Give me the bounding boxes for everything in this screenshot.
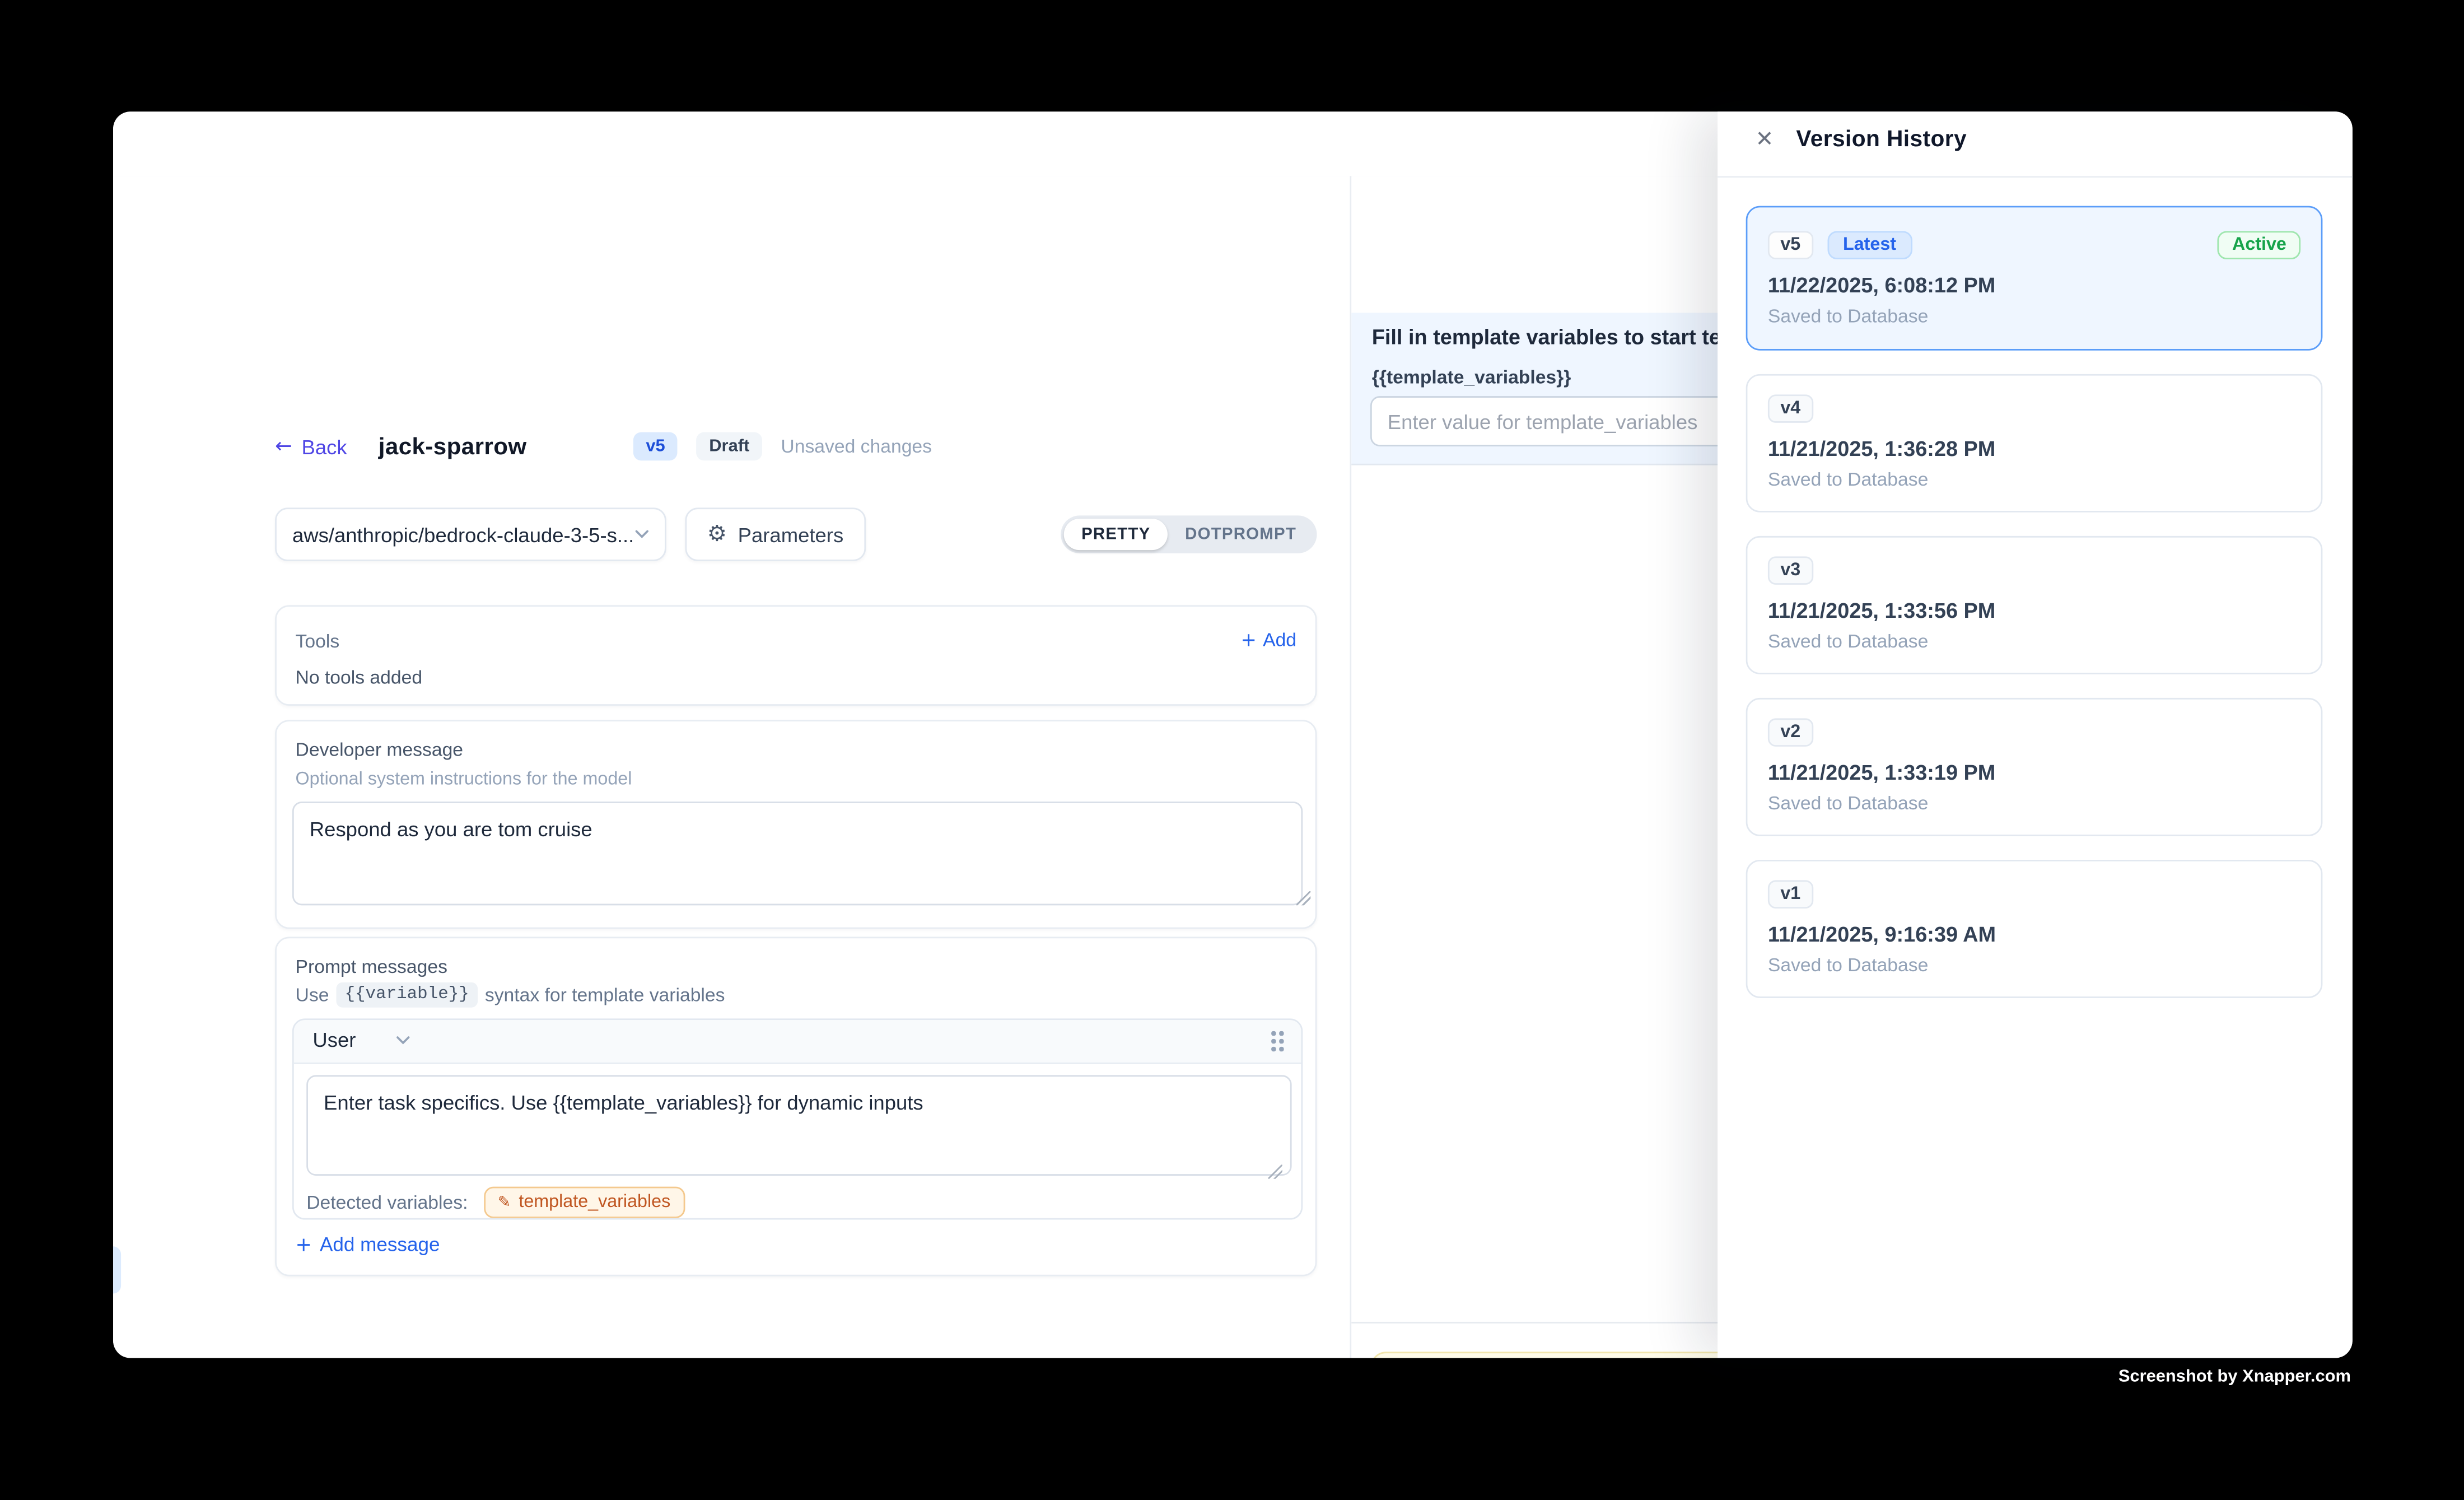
- banner-title: Fill in template variables to start test…: [1372, 325, 1772, 349]
- prompt-editor-column: ← Back jack-sparrow v5 Draft Unsaved cha…: [113, 176, 1351, 1358]
- version-saved-status: Saved to Database: [1768, 630, 2300, 652]
- template-variable-chip[interactable]: ✎ template_variables: [484, 1187, 685, 1218]
- detected-variables-label: Detected variables:: [306, 1191, 468, 1213]
- template-variable-name: {{template_variables}}: [1372, 366, 1571, 388]
- detected-variables-row: Detected variables: ✎ template_variables: [306, 1187, 684, 1218]
- version-badges-row: v5 Latest Active: [1768, 231, 2300, 260]
- template-variable-chip-label: template_variables: [519, 1193, 670, 1212]
- draft-badge: Draft: [697, 432, 762, 461]
- model-select[interactable]: aws/anthropic/bedrock-claude-3-5-s...: [275, 507, 666, 561]
- active-badge: Active: [2218, 231, 2300, 260]
- plus-icon: +: [296, 1232, 312, 1256]
- version-id-badge: v1: [1768, 880, 1813, 909]
- screenshot-stage: ← Back jack-sparrow v5 Draft Unsaved cha…: [0, 0, 2464, 1499]
- hint-prefix: Use: [296, 984, 329, 1006]
- version-card-v5[interactable]: v5 Latest Active 11/22/2025, 6:08:12 PM Save…: [1746, 206, 2323, 351]
- variable-syntax-chip: {{variable}}: [337, 982, 477, 1008]
- pencil-icon: ✎: [498, 1194, 511, 1211]
- version-saved-status: Saved to Database: [1768, 792, 2300, 814]
- version-date: 11/21/2025, 1:33:56 PM: [1768, 599, 2300, 622]
- message-role-select[interactable]: User: [312, 1028, 410, 1051]
- tools-empty-text: No tools added: [296, 667, 423, 688]
- add-message-button[interactable]: + Add message: [296, 1232, 440, 1256]
- prompt-messages-title: Prompt messages: [296, 956, 447, 977]
- chevron-down-icon: [396, 1035, 410, 1045]
- version-history-panel: ✕ Version History v5 Latest Active 11/22/20…: [1718, 111, 2353, 1358]
- version-id-badge: v4: [1768, 394, 1813, 423]
- version-list: v5 Latest Active 11/22/2025, 6:08:12 PM Save…: [1746, 176, 2323, 1358]
- add-tool-label: Add: [1263, 628, 1296, 650]
- version-saved-status: Saved to Database: [1768, 305, 2300, 327]
- version-date: 11/21/2025, 1:33:19 PM: [1768, 761, 2300, 784]
- version-saved-status: Saved to Database: [1768, 954, 2300, 976]
- parameters-button[interactable]: ⚙ Parameters: [685, 507, 865, 561]
- version-card-v2[interactable]: v2 11/21/2025, 1:33:19 PM Saved to Databas…: [1746, 698, 2323, 836]
- parameters-label: Parameters: [738, 523, 844, 546]
- version-date: 11/21/2025, 9:16:39 AM: [1768, 923, 2300, 946]
- page-title: jack-sparrow: [379, 433, 527, 460]
- latest-badge: Latest: [1827, 231, 1912, 260]
- version-id-badge: v2: [1768, 718, 1813, 747]
- version-date: 11/21/2025, 1:36:28 PM: [1768, 437, 2300, 460]
- version-card-v1[interactable]: v1 11/21/2025, 9:16:39 AM Saved to Databas…: [1746, 860, 2323, 998]
- plus-icon: +: [1241, 628, 1257, 650]
- message-header: User: [294, 1020, 1301, 1064]
- toggle-pretty[interactable]: PRETTY: [1064, 519, 1168, 550]
- version-id-badge: v5: [1768, 231, 1813, 260]
- developer-message-title: Developer message: [296, 739, 464, 761]
- model-select-value: aws/anthropic/bedrock-claude-3-5-s...: [292, 523, 635, 546]
- back-button[interactable]: ← Back: [275, 435, 347, 458]
- gear-icon: ⚙: [707, 523, 727, 545]
- version-history-header: ✕ Version History: [1718, 111, 2353, 178]
- prompt-messages-card: Prompt messages Use {{variable}} syntax …: [275, 937, 1317, 1276]
- version-badge: v5: [633, 432, 678, 461]
- template-syntax-hint: Use {{variable}} syntax for template var…: [296, 982, 725, 1008]
- tools-title: Tools: [296, 630, 340, 652]
- header-badges: v5 Draft Unsaved changes: [633, 432, 932, 461]
- unsaved-changes-label: Unsaved changes: [781, 435, 932, 457]
- add-tool-button[interactable]: + Add: [1241, 628, 1296, 650]
- version-date: 11/22/2025, 6:08:12 PM: [1768, 273, 2300, 297]
- add-message-label: Add message: [320, 1233, 440, 1255]
- version-id-badge: v3: [1768, 556, 1813, 585]
- breadcrumb-row: ← Back jack-sparrow: [275, 427, 526, 465]
- version-card-v4[interactable]: v4 11/21/2025, 1:36:28 PM Saved to Databas…: [1746, 374, 2323, 513]
- message-block: User Enter task specifics. Use {{templat…: [292, 1018, 1303, 1219]
- chevron-down-icon: [635, 530, 649, 539]
- back-label: Back: [302, 435, 347, 458]
- hint-suffix: syntax for template variables: [485, 984, 725, 1006]
- version-badges-row: v1: [1768, 880, 2300, 909]
- version-saved-status: Saved to Database: [1768, 468, 2300, 490]
- version-badges-row: v3: [1768, 556, 2300, 585]
- tools-card: Tools + Add No tools added: [275, 605, 1317, 706]
- back-arrow-icon: ←: [275, 435, 292, 458]
- user-message-textarea[interactable]: Enter task specifics. Use {{template_var…: [306, 1075, 1291, 1176]
- watermark-text: Screenshot by Xnapper.com: [2118, 1367, 2351, 1386]
- version-badges-row: v4: [1768, 394, 2300, 423]
- message-role-value: User: [312, 1028, 356, 1051]
- toggle-dotprompt[interactable]: DOTPROMPT: [1168, 519, 1314, 550]
- model-toolbar: aws/anthropic/bedrock-claude-3-5-s... ⚙ …: [275, 507, 1318, 561]
- developer-message-textarea[interactable]: Respond as you are tom cruise: [292, 802, 1303, 905]
- version-history-title: Version History: [1796, 127, 1967, 152]
- close-icon[interactable]: ✕: [1755, 129, 1774, 151]
- version-badges-row: v2: [1768, 718, 2300, 747]
- developer-message-card: Developer message Optional system instru…: [275, 720, 1317, 929]
- developer-message-subtitle: Optional system instructions for the mod…: [296, 770, 632, 789]
- view-mode-toggle: PRETTY DOTPROMPT: [1061, 515, 1317, 553]
- version-card-v3[interactable]: v3 11/21/2025, 1:33:56 PM Saved to Databas…: [1746, 536, 2323, 674]
- drag-handle-icon[interactable]: [1271, 1031, 1284, 1051]
- collapsed-panel-tab[interactable]: [113, 1246, 121, 1293]
